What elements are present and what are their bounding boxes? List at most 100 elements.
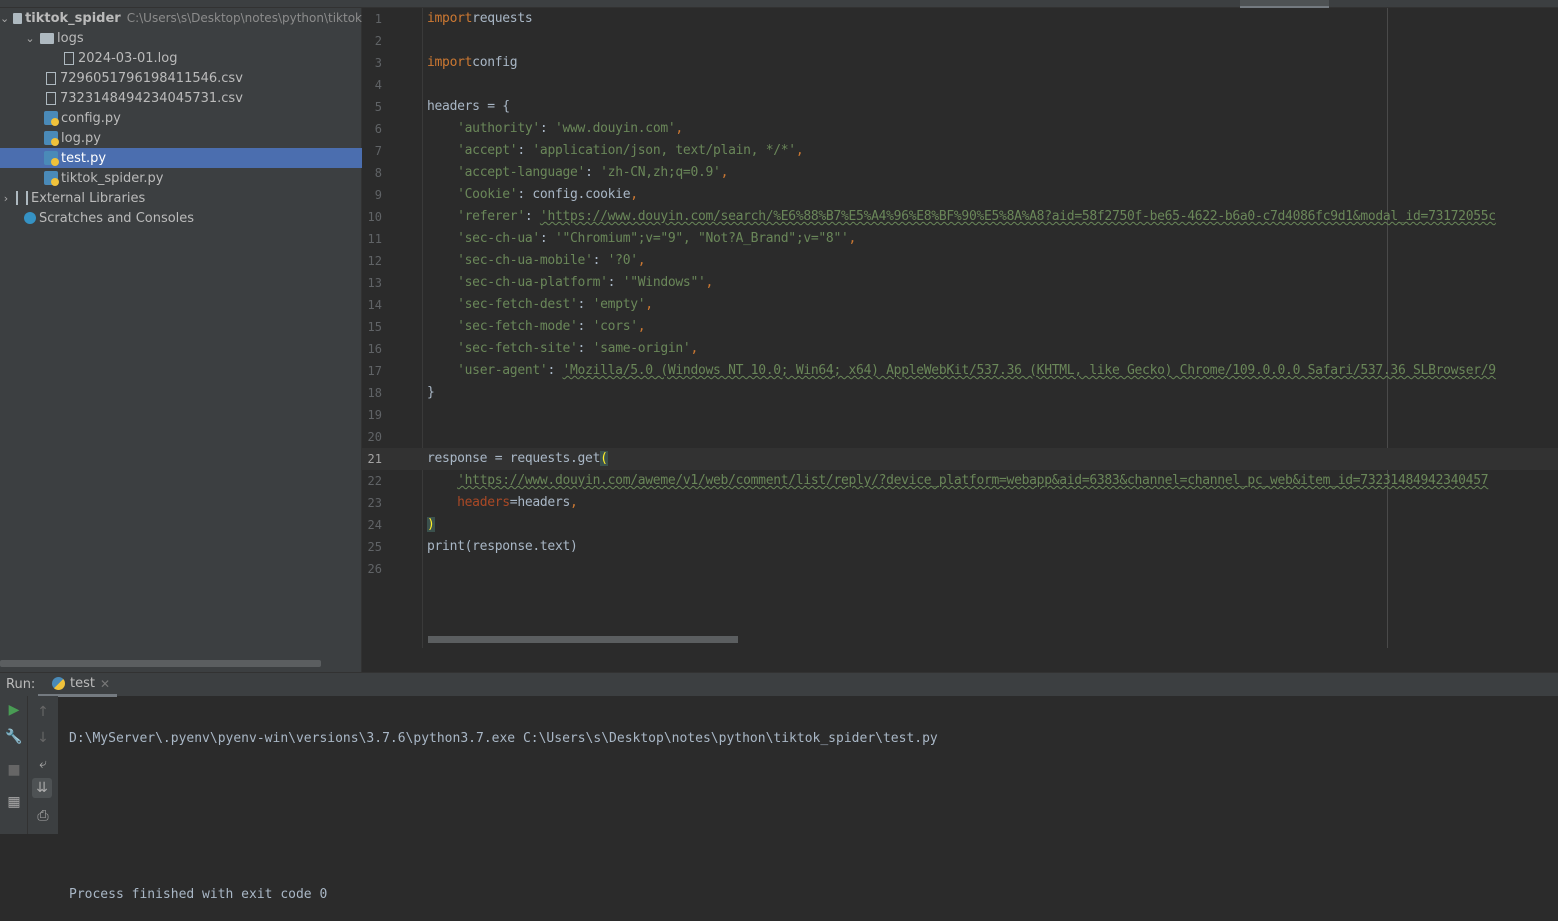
chevron-down-icon[interactable]: ⌄ <box>24 32 36 45</box>
code-token: : <box>577 297 593 312</box>
tree-item-label: config.py <box>61 110 121 126</box>
scroll-to-end-icon[interactable]: ⇊ <box>32 778 52 798</box>
code-text: 'sec-fetch-dest': 'empty', <box>427 294 653 316</box>
code-token: 'referer' <box>457 209 525 224</box>
code-token: , <box>637 319 646 334</box>
line-number: 22 <box>367 474 382 488</box>
code-token: , <box>720 165 729 180</box>
code-token: : config.cookie <box>517 187 631 202</box>
code-token: 'empty' <box>592 297 646 312</box>
soft-wrap-icon[interactable]: ⤶ <box>33 754 53 774</box>
chevron-down-icon[interactable]: ⌄ <box>0 12 9 25</box>
tree-item[interactable]: test.py <box>0 148 362 168</box>
tree-item[interactable]: 7296051796198411546.csv <box>0 68 362 88</box>
code-line: 11 'sec-ch-ua': '"Chromium";v="9", "Not?… <box>362 228 1558 250</box>
editor-tab-test-py[interactable] <box>1240 0 1329 8</box>
code-text: 'referer': 'https://www.douyin.com/searc… <box>427 206 1496 228</box>
line-number: 23 <box>367 496 382 510</box>
library-icon <box>16 191 28 205</box>
console-toolbar: ↑ ↓ ⤶ ⇊ ⎙ <box>28 696 58 834</box>
code-text: headers = { <box>427 96 510 118</box>
tree-root[interactable]: ⌄ tiktok_spider C:\Users\s\Desktop\notes… <box>0 8 362 28</box>
console-output[interactable]: D:\MyServer\.pyenv\pyenv-win\versions\3.… <box>69 698 938 921</box>
text-file-icon <box>46 71 56 85</box>
code-line: 22 'https://www.douyin.com/aweme/v1/web/… <box>362 470 1558 492</box>
rerun-icon[interactable]: ▶ <box>4 700 24 720</box>
code-token: 'Cookie' <box>457 187 518 202</box>
code-line: 2 <box>362 30 1558 52</box>
tree-item[interactable]: ⌄ logs <box>0 28 362 48</box>
code-token: config <box>472 55 518 70</box>
tree-item[interactable]: log.py <box>0 128 362 148</box>
code-token: : <box>577 319 593 334</box>
arrow-down-icon[interactable]: ↓ <box>33 728 53 748</box>
code-token: 'accept' <box>457 143 518 158</box>
line-number: 20 <box>367 430 382 444</box>
code-token: : <box>592 253 608 268</box>
run-tab-test[interactable]: test ✕ <box>38 673 117 697</box>
code-token: : <box>539 231 555 246</box>
code-text: 'sec-fetch-site': 'same-origin', <box>427 338 698 360</box>
code-text: 'authority': 'www.douyin.com', <box>427 118 683 140</box>
chevron-right-icon[interactable]: › <box>0 192 12 205</box>
layout-icon[interactable]: ▦ <box>4 792 24 812</box>
code-line: 12 'sec-ch-ua-mobile': '?0', <box>362 250 1558 272</box>
code-token: , <box>570 495 578 510</box>
code-token: '"Windows"' <box>622 275 706 290</box>
code-token: 'application/json, text/plain, */*' <box>532 143 796 158</box>
code-text: 'sec-fetch-mode': 'cors', <box>427 316 645 338</box>
code-line: 9 'Cookie': config.cookie, <box>362 184 1558 206</box>
code-token: 'accept-language' <box>457 165 586 180</box>
code-text: 'sec-ch-ua': '"Chromium";v="9", "Not?A_B… <box>427 228 856 250</box>
folder-icon <box>13 13 23 24</box>
code-line: 14 'sec-fetch-dest': 'empty', <box>362 294 1558 316</box>
code-editor[interactable]: 1 importrequests 2 3 importconfig 4 5 headers =… <box>362 8 1558 672</box>
code-token: headers <box>457 495 510 510</box>
tree-scratches[interactable]: Scratches and Consoles <box>0 208 362 228</box>
code-line: 23 headers=headers, <box>362 492 1558 514</box>
line-number: 6 <box>374 122 382 136</box>
arrow-up-icon[interactable]: ↑ <box>33 702 53 722</box>
tree-item[interactable]: 7323148494234045731.csv <box>0 88 362 108</box>
python-icon <box>52 677 65 690</box>
sidebar-horizontal-scrollbar[interactable] <box>0 660 321 667</box>
tree-item-label: logs <box>57 30 84 46</box>
code-token: ( <box>600 451 608 466</box>
print-icon[interactable]: ⎙ <box>33 806 53 826</box>
python-file-icon <box>44 131 59 146</box>
code-text: 'Cookie': config.cookie, <box>427 184 638 206</box>
close-icon[interactable]: ✕ <box>100 677 110 691</box>
stop-icon[interactable]: ■ <box>4 760 24 780</box>
code-token: : <box>607 275 623 290</box>
code-line: 3 importconfig <box>362 52 1558 74</box>
code-token: : <box>585 165 601 180</box>
code-token: : <box>539 121 555 136</box>
line-number: 4 <box>374 78 382 92</box>
external-libraries-label: External Libraries <box>31 190 146 206</box>
tree-item[interactable]: 2024-03-01.log <box>0 48 362 68</box>
code-text: importconfig <box>427 52 518 74</box>
folder-icon <box>40 33 54 44</box>
code-token: 'sec-ch-ua-platform' <box>457 275 608 290</box>
code-token: , <box>675 121 683 136</box>
code-token: import <box>427 55 473 70</box>
code-token: 'same-origin' <box>592 341 691 356</box>
wrench-icon[interactable]: 🔧 <box>4 727 24 747</box>
code-token: , <box>645 297 653 312</box>
tree-external-libraries[interactable]: › External Libraries <box>0 188 362 208</box>
code-token: , <box>637 253 646 268</box>
code-token: 'sec-fetch-site' <box>457 341 578 356</box>
code-line: 13 'sec-ch-ua-platform': '"Windows"', <box>362 272 1558 294</box>
python-file-icon <box>44 171 59 186</box>
tree-item-label: test.py <box>61 150 107 166</box>
code-token: 'sec-ch-ua' <box>457 231 540 246</box>
code-line: 1 importrequests <box>362 8 1558 30</box>
tree-item-label: 2024-03-01.log <box>78 50 178 66</box>
code-line: 7 'accept': 'application/json, text/plai… <box>362 140 1558 162</box>
editor-horizontal-scrollbar[interactable] <box>428 636 738 643</box>
tree-item[interactable]: tiktok_spider.py <box>0 168 362 188</box>
tree-item[interactable]: config.py <box>0 108 362 128</box>
line-number: 21 <box>367 452 382 466</box>
